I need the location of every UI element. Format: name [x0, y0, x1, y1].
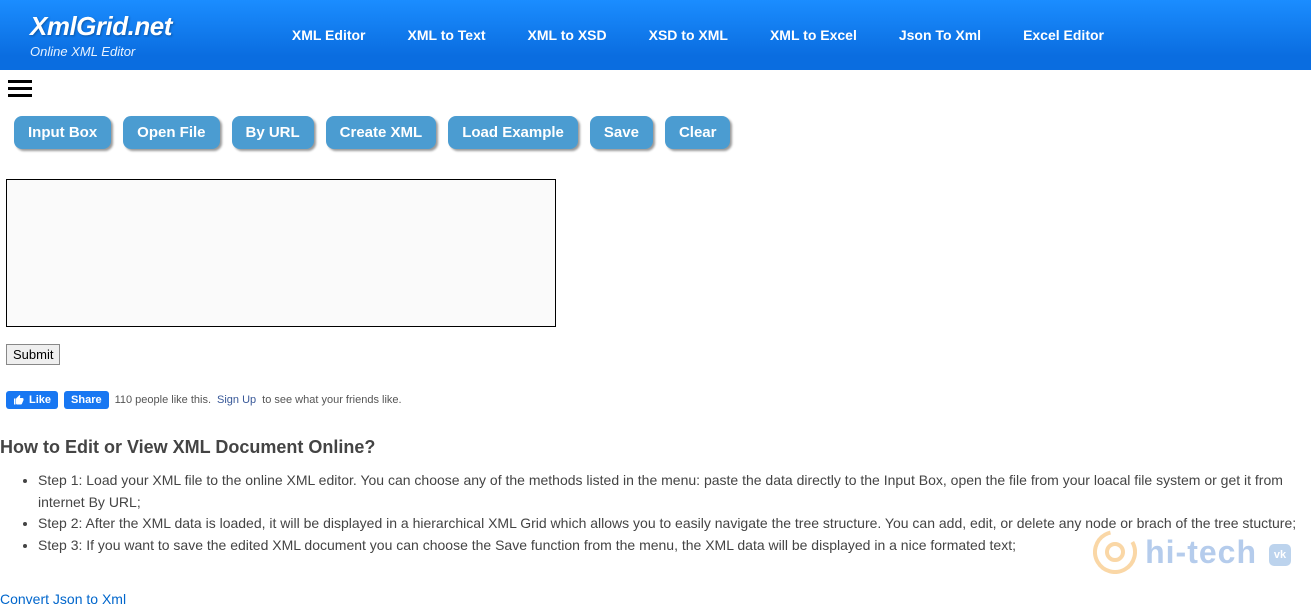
social-bar: Like Share 110 people like this. Sign Up… [6, 391, 1311, 409]
fb-share-label: Share [71, 394, 102, 406]
by-url-button[interactable]: By URL [232, 116, 314, 149]
list-item: Step 3: If you want to save the edited X… [38, 535, 1311, 557]
editor-area [0, 159, 1311, 332]
clear-button[interactable]: Clear [665, 116, 731, 149]
submit-button[interactable]: Submit [6, 344, 60, 365]
list-item: Step 2: After the XML data is loaded, it… [38, 513, 1311, 535]
like-count-text: 110 people like this. [115, 394, 211, 406]
nav-xml-to-text[interactable]: XML to Text [408, 27, 486, 43]
list-item: Step 1: Load your XML file to the online… [38, 470, 1311, 513]
create-xml-button[interactable]: Create XML [326, 116, 437, 149]
load-example-button[interactable]: Load Example [448, 116, 578, 149]
nav-xsd-to-xml[interactable]: XSD to XML [649, 27, 728, 43]
howto-steps: Step 1: Load your XML file to the online… [0, 470, 1311, 557]
main-nav: XML Editor XML to Text XML to XSD XSD to… [292, 27, 1104, 43]
signup-link[interactable]: Sign Up [217, 394, 256, 406]
logo[interactable]: XmlGrid.net Online XML Editor [30, 11, 172, 59]
input-box-button[interactable]: Input Box [14, 116, 111, 149]
howto-heading: How to Edit or View XML Document Online? [0, 437, 1311, 458]
thumb-up-icon [13, 394, 25, 406]
fb-share-button[interactable]: Share [64, 391, 109, 409]
nav-xml-to-xsd[interactable]: XML to XSD [528, 27, 607, 43]
fb-like-button[interactable]: Like [6, 391, 58, 409]
site-title: XmlGrid.net [30, 11, 172, 42]
social-tail-text: to see what your friends like. [262, 394, 401, 406]
open-file-button[interactable]: Open File [123, 116, 219, 149]
convert-json-link[interactable]: Convert Json to Xml [0, 591, 126, 607]
nav-excel-editor[interactable]: Excel Editor [1023, 27, 1104, 43]
nav-xml-editor[interactable]: XML Editor [292, 27, 366, 43]
fb-like-label: Like [29, 394, 51, 406]
toolbar: Input Box Open File By URL Create XML Lo… [0, 102, 1311, 159]
site-subtitle: Online XML Editor [30, 44, 172, 59]
nav-xml-to-excel[interactable]: XML to Excel [770, 27, 857, 43]
save-button[interactable]: Save [590, 116, 653, 149]
hamburger-icon[interactable] [0, 70, 1311, 102]
xml-input[interactable] [6, 179, 556, 327]
nav-json-to-xml[interactable]: Json To Xml [899, 27, 981, 43]
header: XmlGrid.net Online XML Editor XML Editor… [0, 0, 1311, 70]
